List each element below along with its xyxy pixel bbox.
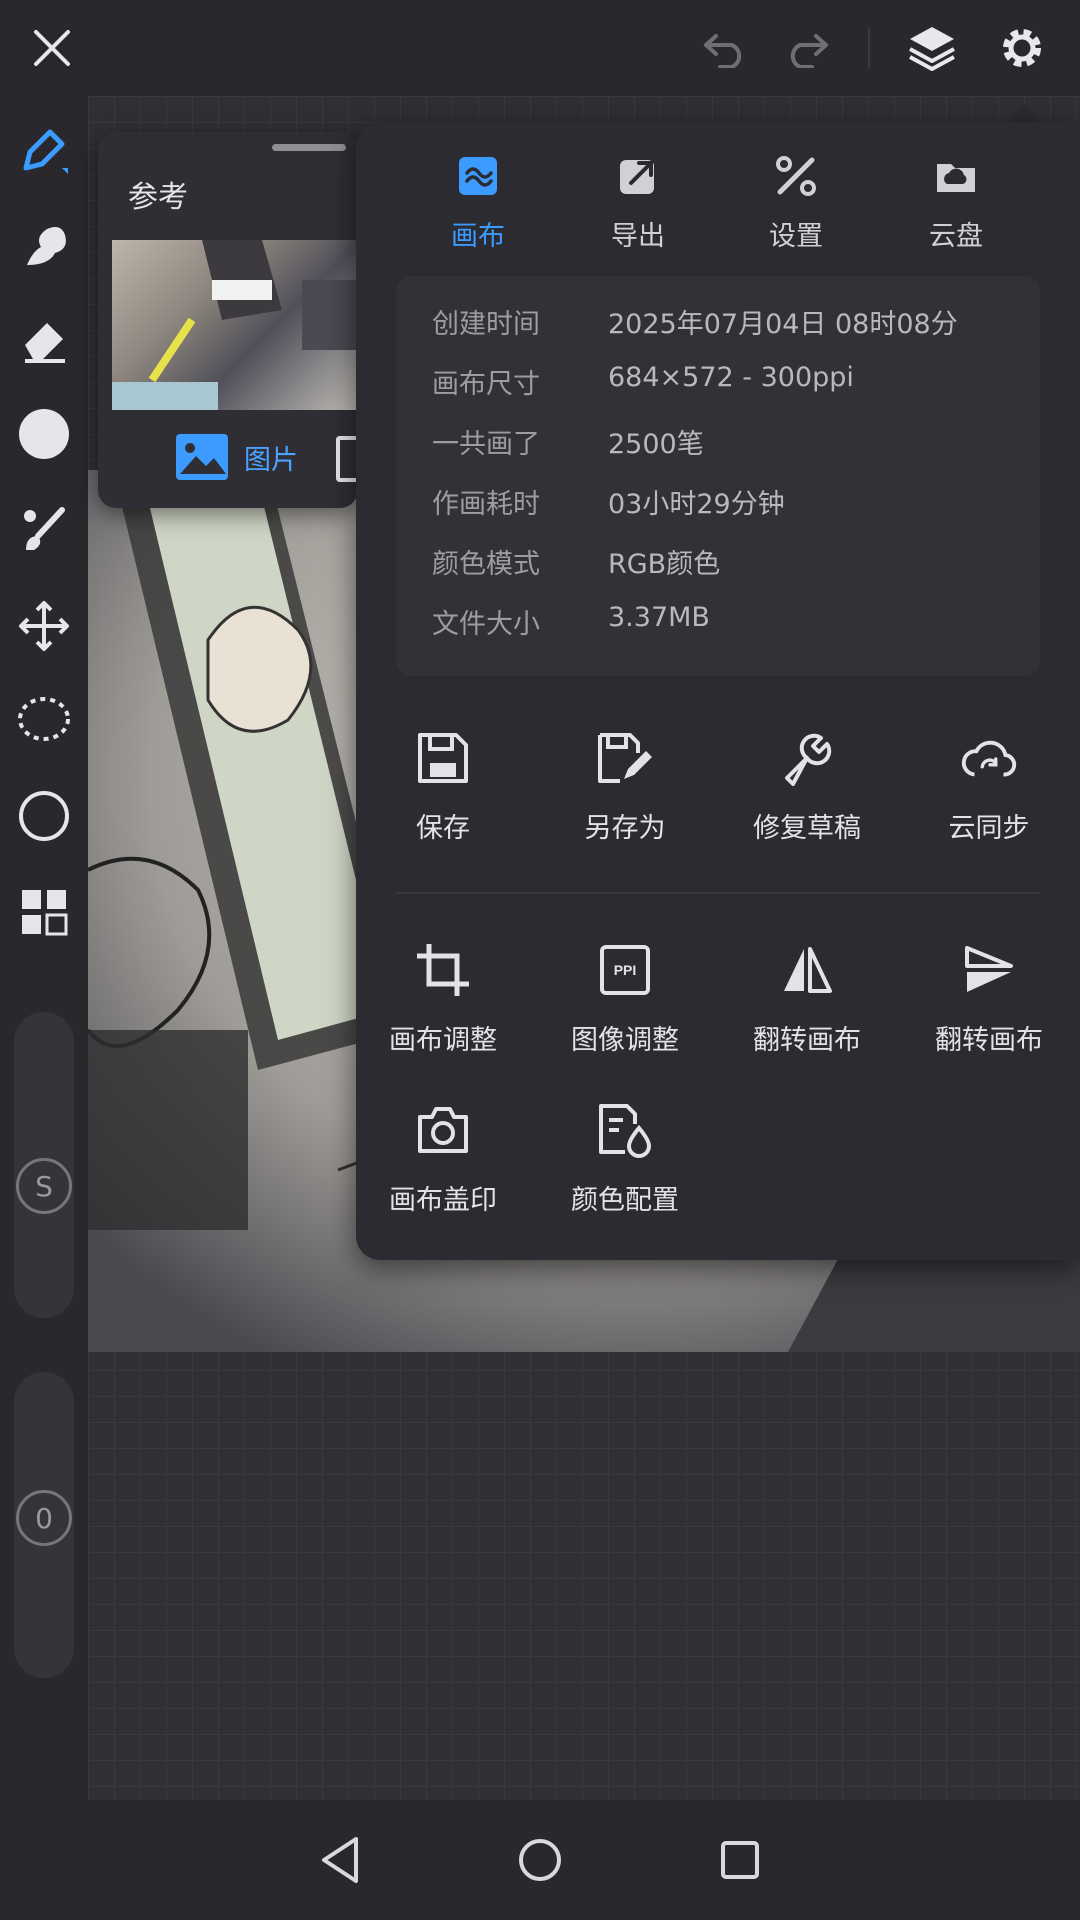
canvas-adjust-button[interactable]: 画布调整 [358,940,528,1057]
flip-horizontal-label: 翻转画布 [753,1025,861,1056]
layers-icon[interactable] [904,20,960,76]
tab-export[interactable]: 导出 [568,152,708,272]
tab-settings-label: 设置 [769,221,823,252]
flip-vertical-button[interactable]: 翻转画布 [904,940,1074,1057]
repair-draft-button[interactable]: 修复草稿 [722,728,892,845]
save-as-icon [595,728,655,788]
tab-cloud-drive[interactable]: 云盘 [886,152,1026,272]
canvas-info-card: 创建时间 2025年07月04日 08时08分 画布尺寸 684×572 - 3… [396,276,1040,676]
info-value: 684×572 - 300ppi [608,362,854,393]
tab-canvas-label: 画布 [451,221,505,252]
gear-icon[interactable] [994,20,1050,76]
image-adjust-button[interactable]: PPI 图像调整 [540,940,710,1057]
reference-panel: 参考 图片 [98,132,358,508]
cloud-sync-label: 云同步 [948,813,1030,844]
info-value: 3.37MB [608,602,710,633]
info-value: RGB颜色 [608,549,721,580]
save-label: 保存 [416,813,470,844]
save-icon [413,728,473,788]
tab-settings[interactable]: 设置 [726,152,866,272]
wrench-icon [777,728,837,788]
flip-vertical-label: 翻转画布 [935,1025,1043,1056]
canvas-stamp-label: 画布盖印 [389,1185,497,1216]
reference-tab-image-label: 图片 [244,444,298,476]
top-bar [0,0,1080,96]
info-value: 2500笔 [608,429,704,460]
color-icon[interactable] [12,402,76,466]
pen-icon[interactable] [12,118,76,182]
image-icon [176,434,228,480]
flip-vertical-icon [959,940,1019,1000]
back-icon[interactable] [310,1830,370,1890]
actions-divider [396,892,1040,894]
info-value: 2025年07月04日 08时08分 [608,309,958,340]
reference-drag-handle[interactable] [272,144,346,151]
save-as-button[interactable]: 另存为 [540,728,710,845]
canvas-icon [454,152,502,200]
close-icon[interactable] [24,20,80,76]
info-label: 文件大小 [432,609,540,640]
reference-image[interactable] [112,240,358,410]
color-profile-label: 颜色配置 [571,1185,679,1216]
tab-export-label: 导出 [611,221,665,252]
left-toolbar: S 0 [0,96,88,1800]
info-value: 03小时29分钟 [608,489,785,520]
menu-tabs: 画布 导出 设置 云盘 [356,152,1080,272]
home-icon[interactable] [510,1830,570,1890]
color-profile-icon [595,1100,655,1160]
shape-icon[interactable] [12,784,76,848]
recents-icon[interactable] [710,1830,770,1890]
topbar-divider [868,28,870,68]
undo-icon[interactable] [698,20,754,76]
tab-canvas[interactable]: 画布 [408,152,548,272]
lasso-icon[interactable] [12,688,76,752]
brush-adjust-icon[interactable] [12,498,76,562]
camera-icon [413,1100,473,1160]
settings-tools-icon [772,152,820,200]
canvas-menu-panel: 画布 导出 设置 云盘 创建时间 2025年07月04日 08时08分 画布尺寸… [356,122,1080,1260]
menu-pointer [1006,104,1042,124]
repair-draft-label: 修复草稿 [753,813,861,844]
info-label: 一共画了 [432,429,540,460]
reference-tab-image[interactable]: 图片 [174,432,298,482]
save-button[interactable]: 保存 [358,728,528,845]
info-label: 颜色模式 [432,549,540,580]
color-profile-button[interactable]: 颜色配置 [540,1100,710,1217]
crop-icon [413,940,473,1000]
grid-icon[interactable] [12,880,76,944]
cloud-sync-button[interactable]: 云同步 [904,728,1074,845]
info-label: 创建时间 [432,309,540,340]
image-adjust-label: 图像调整 [571,1025,679,1056]
ppi-icon: PPI [595,940,655,1000]
canvas-stamp-button[interactable]: 画布盖印 [358,1100,528,1217]
info-label: 作画耗时 [432,489,540,520]
tab-cloud-drive-label: 云盘 [929,221,983,252]
save-as-label: 另存为 [584,813,666,844]
brush-size-knob[interactable]: S [16,1158,72,1214]
export-icon [614,152,662,200]
brush-size-label: S [35,1169,53,1203]
opacity-knob[interactable]: 0 [16,1490,72,1546]
ppi-icon-text: PPI [613,962,637,978]
canvas-adjust-label: 画布调整 [389,1025,497,1056]
move-icon[interactable] [12,594,76,658]
eraser-icon[interactable] [12,308,76,372]
flip-horizontal-button[interactable]: 翻转画布 [722,940,892,1057]
info-label: 画布尺寸 [432,369,540,400]
reference-image-art [112,240,358,410]
opacity-label: 0 [35,1501,53,1535]
reference-tab-other-icon[interactable] [336,436,356,482]
cloud-drive-icon [932,152,980,200]
redo-icon[interactable] [778,20,834,76]
system-nav-bar [0,1800,1080,1920]
reference-title: 参考 [128,180,188,215]
cloud-sync-icon [959,728,1019,788]
smudge-icon[interactable] [12,214,76,278]
flip-horizontal-icon [777,940,837,1000]
